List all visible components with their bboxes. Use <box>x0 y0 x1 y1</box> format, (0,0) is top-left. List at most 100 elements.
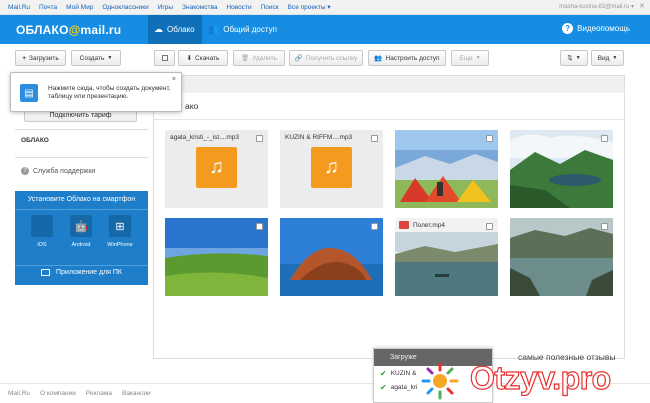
tooltip-text: Нажмите сюда, чтобы создать документ, та… <box>48 85 171 100</box>
caret-down-icon: ▼ <box>612 55 618 61</box>
footer-link-jobs[interactable]: Вакансии <box>122 390 151 397</box>
create-button[interactable]: Создать ▼ <box>71 50 121 66</box>
file-name: Полет.mp4 <box>413 222 446 229</box>
file-grid-panel: ако agata_kristi_-_ist....mp3 ♫ KUZIN & … <box>153 94 625 359</box>
configure-access-button[interactable]: 👥 Настроить доступ <box>368 50 446 66</box>
tile-checkbox[interactable] <box>601 223 608 230</box>
tile-checkbox[interactable] <box>371 135 378 142</box>
topnav-link-mailru[interactable]: Mail.Ru <box>8 4 30 11</box>
file-tile-photo-rocks[interactable] <box>280 218 383 296</box>
pc-label: Приложение для ПК <box>55 269 122 276</box>
users-icon: 👥 <box>374 55 383 62</box>
file-tile-photo-mountains[interactable] <box>510 130 613 208</box>
sort-button[interactable]: ⇅ ▼ <box>560 50 588 66</box>
watermark: самые полезные отзывы Otzyv.pro <box>420 352 650 403</box>
tab-shared-label: Общий доступ <box>223 25 277 34</box>
tile-checkbox[interactable] <box>486 135 493 142</box>
photo-thumbnail <box>510 130 613 208</box>
file-tile-photo-tents[interactable] <box>395 130 498 208</box>
photo-thumbnail <box>280 218 383 296</box>
document-icon: ▤ <box>20 84 38 102</box>
monitor-icon <box>40 269 50 276</box>
check-icon: ✔ <box>380 368 387 378</box>
divider <box>15 157 148 158</box>
tile-checkbox[interactable] <box>371 223 378 230</box>
caret-down-icon: ▼ <box>475 55 481 61</box>
topnav-link-all-projects[interactable]: Все проекты ▾ <box>288 3 331 11</box>
photo-thumbnail <box>165 218 268 296</box>
tile-checkbox[interactable] <box>256 135 263 142</box>
music-note-icon: ♫ <box>311 147 352 188</box>
tab-cloud[interactable]: ☁ Облако <box>148 15 202 44</box>
file-tile-photo-field[interactable] <box>165 218 268 296</box>
support-link[interactable]: ? Служба поддержки <box>21 167 95 175</box>
topnav-link-search[interactable]: Поиск <box>261 4 279 11</box>
breadcrumb[interactable]: ако <box>185 101 198 111</box>
download-icon: ⬇ <box>186 55 193 62</box>
close-icon[interactable]: ✕ <box>639 2 645 10</box>
question-icon: ? <box>21 167 29 175</box>
select-all-checkbox[interactable] <box>154 50 175 66</box>
divider <box>15 129 148 130</box>
tab-shared-access[interactable]: 👥 Общий доступ <box>202 15 283 44</box>
tile-checkbox[interactable] <box>486 223 493 230</box>
pc-app-link[interactable]: Приложение для ПК <box>15 269 148 276</box>
file-name: agata_kristi_-_ist....mp3 <box>170 134 240 141</box>
support-label: Служба поддержки <box>33 167 96 175</box>
video-thumbnail <box>395 218 498 296</box>
close-icon[interactable]: × <box>172 76 176 83</box>
plus-icon: + <box>22 54 27 62</box>
winphone-app-link[interactable]: ⊞ WinPhone <box>104 215 136 257</box>
sidebar-section-title[interactable]: ОБЛАКО <box>21 137 49 144</box>
android-icon: 🤖 <box>70 215 92 237</box>
winphone-label: WinPhone <box>107 242 133 248</box>
tab-cloud-label: Облако <box>167 25 195 34</box>
windows-icon: ⊞ <box>109 215 131 237</box>
watermark-logo-icon <box>421 362 459 400</box>
video-help-link[interactable]: ? Видеопомощь <box>562 23 630 34</box>
music-note-icon: ♫ <box>196 147 237 188</box>
photo-thumbnail <box>395 130 498 208</box>
caret-down-icon: ▼ <box>575 55 581 61</box>
delete-button[interactable]: 🗑 Удалить <box>233 50 285 66</box>
tile-checkbox[interactable] <box>256 223 263 230</box>
topnav-link-moimir[interactable]: Мой Мир <box>66 4 93 11</box>
file-tile-photo-lake[interactable] <box>510 218 613 296</box>
caret-down-icon: ▼ <box>107 55 113 61</box>
top-nav: Mail.Ru Почта Мой Мир Одноклассники Игры… <box>0 0 650 15</box>
footer-link-mailru[interactable]: Mail.Ru <box>8 390 30 397</box>
logo[interactable]: ОБЛАКО@mail.ru <box>16 23 148 37</box>
help-icon: ? <box>562 23 574 34</box>
upload-button[interactable]: + Загрузить <box>15 50 66 66</box>
create-tooltip: ▤ Нажмите сюда, чтобы создать документ, … <box>10 72 182 112</box>
get-link-button[interactable]: 🔗 Получить ссылку <box>289 50 363 66</box>
topnav-link-pochta[interactable]: Почта <box>39 4 57 11</box>
ios-app-link[interactable]: iOS <box>26 215 58 257</box>
file-tile-audio[interactable]: agata_kristi_-_ist....mp3 ♫ <box>165 130 268 208</box>
more-button[interactable]: Еще ▼ <box>451 50 489 66</box>
link-icon: 🔗 <box>294 55 303 62</box>
topnav-link-ok[interactable]: Одноклассники <box>102 4 148 11</box>
file-tile-video[interactable]: Полет.mp4 <box>395 218 498 296</box>
users-icon: 👥 <box>208 24 220 34</box>
ios-label: iOS <box>37 242 47 248</box>
footer-link-about[interactable]: О компании <box>40 390 76 397</box>
topnav-link-dating[interactable]: Знакомства <box>182 4 217 11</box>
watermark-brand: Otzyv.pro <box>469 359 611 396</box>
user-email[interactable]: masha-kusina-83@mail.ru ▾ <box>559 3 634 10</box>
divider <box>15 265 148 266</box>
download-button[interactable]: ⬇ Скачать <box>178 50 228 66</box>
file-tile-audio[interactable]: KUZIN & RIFFM....mp3 ♫ <box>280 130 383 208</box>
view-button[interactable]: Вид ▼ <box>591 50 624 66</box>
footer-link-ads[interactable]: Реклама <box>86 390 112 397</box>
sort-icon: ⇅ <box>567 55 573 62</box>
tile-checkbox[interactable] <box>601 135 608 142</box>
android-label: Android <box>71 242 91 248</box>
cloud-icon: ☁ <box>154 24 163 34</box>
video-file-icon <box>399 221 409 229</box>
topnav-link-news[interactable]: Новости <box>226 4 251 11</box>
android-app-link[interactable]: 🤖 Android <box>65 215 97 257</box>
photo-thumbnail <box>510 218 613 296</box>
topnav-link-games[interactable]: Игры <box>158 4 173 11</box>
check-icon: ✔ <box>380 382 387 392</box>
